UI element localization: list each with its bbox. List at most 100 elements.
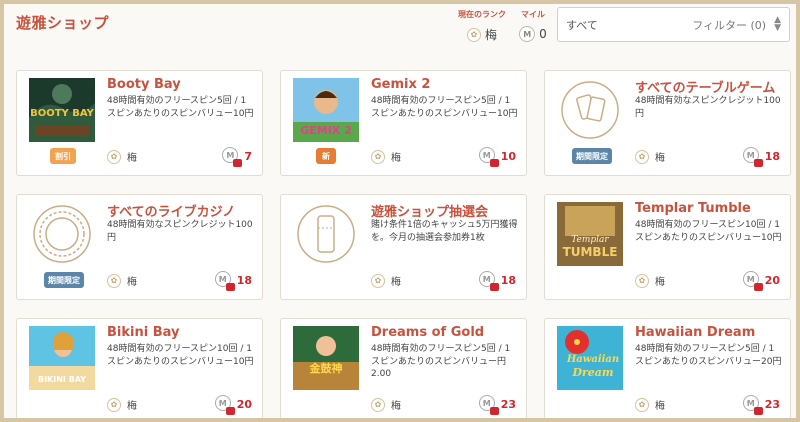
rank-icon: ✿	[635, 273, 649, 288]
item-title[interactable]: Hawaiian Dream	[635, 325, 782, 340]
rank-icon: ✿	[635, 149, 649, 164]
cost-value: 20	[236, 397, 252, 411]
item-cost: M 20	[742, 271, 780, 291]
shop-item-card[interactable]: BOOTY BAY 割引 Booty Bay 48時間有効のフリースピン5回 /…	[16, 70, 263, 176]
rank-icon: ✿	[466, 27, 481, 42]
item-title[interactable]: Dreams of Gold	[371, 325, 518, 340]
item-description: 48時間有効のフリースピン5回 / 1スピンあたりのスピンバリュー20円	[635, 344, 782, 367]
mile-value: 0	[539, 27, 547, 41]
live-casino-icon[interactable]	[29, 202, 95, 266]
badge-limited: 期間限定	[572, 148, 612, 164]
item-cost: M 23	[742, 395, 780, 415]
shop-item-card[interactable]: Templar TUMBLE Templar Tumble 48時間有効のフリー…	[544, 194, 791, 300]
badge-limited: 期間限定	[44, 272, 84, 288]
rank-label: 現在のランク	[458, 10, 506, 19]
item-description: 48時間有効のフリースピン10回 / 1スピンあたりのスピンバリュー10円	[107, 344, 254, 367]
locked-mile-icon: M	[742, 271, 763, 291]
page-title: 遊雅ショップ	[16, 14, 110, 32]
item-title[interactable]: Gemix 2	[371, 77, 518, 92]
mile-label: マイル	[521, 10, 545, 19]
cost-value: 7	[244, 149, 252, 163]
badge-sale: 割引	[50, 148, 76, 164]
rank-value: 梅	[484, 28, 497, 42]
hawaiian-dream-thumbnail[interactable]: Hawaiian Dream	[557, 326, 623, 390]
gemix-thumbnail[interactable]: GEMIX 2	[293, 78, 359, 142]
templar-tumble-thumbnail[interactable]: Templar TUMBLE	[557, 202, 623, 266]
item-rank: ✿ 梅	[371, 397, 401, 412]
rank-text: 梅	[391, 277, 401, 288]
lottery-ticket-icon[interactable]	[293, 202, 359, 266]
item-title[interactable]: すべてのテーブルゲーム	[635, 77, 782, 96]
item-rank: ✿ 梅	[371, 149, 401, 164]
locked-mile-icon: M	[222, 147, 243, 167]
cost-value: 23	[500, 397, 516, 411]
badge-new: 新	[316, 148, 336, 164]
table-games-icon[interactable]	[557, 78, 623, 142]
svg-text:BOOTY BAY: BOOTY BAY	[30, 108, 95, 119]
shop-item-card[interactable]: 金鼓神 Dreams of Gold 48時間有効のフリースピン5回 / 1スピ…	[280, 318, 527, 418]
svg-text:Templar: Templar	[571, 235, 609, 245]
item-description: 賭け条件1倍のキャッシュ5万円獲得を。今月の抽選会参加券1枚	[371, 220, 518, 243]
item-rank: ✿ 梅	[371, 273, 401, 288]
filter-all-text: すべて	[566, 18, 598, 32]
locked-mile-icon: M	[478, 147, 499, 167]
dreams-of-gold-thumbnail[interactable]: 金鼓神	[293, 326, 359, 390]
rank-icon: ✿	[371, 273, 385, 288]
item-title[interactable]: 遊雅ショップ抽選会	[371, 201, 518, 220]
item-description: 48時間有効のフリースピン10回 / 1スピンあたりのスピンバリュー10円	[635, 220, 782, 243]
mile-icon: M	[519, 26, 536, 42]
svg-text:Hawaiian: Hawaiian	[566, 354, 619, 365]
rank-text: 梅	[391, 153, 401, 164]
shop-item-card[interactable]: Hawaiian Dream Hawaiian Dream 48時間有効のフリー…	[544, 318, 791, 418]
shop-item-card[interactable]: BIKINI BAY Bikini Bay 48時間有効のフリースピン10回 /…	[16, 318, 263, 418]
item-title[interactable]: Booty Bay	[107, 77, 254, 92]
booty-bay-thumbnail[interactable]: BOOTY BAY	[29, 78, 95, 142]
filter-label: フィルター (0)	[692, 18, 767, 32]
cost-value: 20	[764, 273, 780, 287]
item-description: 48時間有効なスピンクレジット100円	[635, 96, 781, 119]
item-rank: ✿ 梅	[635, 397, 665, 412]
locked-mile-icon: M	[214, 395, 235, 415]
rank-text: 梅	[127, 153, 137, 164]
item-description: 48時間有効のフリースピン5回 / 1スピンあたりのスピンバリュー10円	[371, 96, 518, 119]
cost-value: 18	[764, 149, 780, 163]
item-description: 48時間有効のフリースピン5回 / 1スピンあたりのスピンバリュー円2.00	[371, 344, 511, 379]
item-cost: M 7	[222, 147, 252, 167]
rank-text: 梅	[127, 277, 137, 288]
item-cost: M 20	[214, 395, 252, 415]
rank-text: 梅	[655, 153, 665, 164]
rank-icon: ✿	[635, 397, 649, 412]
item-description: 48時間有効のフリースピン5回 / 1スピンあたりのスピンバリュー10円	[107, 96, 254, 119]
rank-icon: ✿	[371, 149, 385, 164]
item-rank: ✿ 梅	[107, 273, 137, 288]
item-title[interactable]: Templar Tumble	[635, 201, 782, 216]
cost-value: 23	[764, 397, 780, 411]
svg-text:金鼓神: 金鼓神	[309, 361, 343, 375]
item-cost: M 23	[478, 395, 516, 415]
shop-item-card[interactable]: 期間限定 すべてのライブカジノ 48時間有効なスピンクレジット100円 ✿ 梅 …	[16, 194, 263, 300]
svg-text:GEMIX 2: GEMIX 2	[300, 124, 352, 137]
item-cost: M 18	[478, 271, 516, 291]
bikini-bay-thumbnail[interactable]: BIKINI BAY	[29, 326, 95, 390]
item-cost: M 10	[478, 147, 516, 167]
rank-icon: ✿	[107, 397, 121, 412]
shop-item-card[interactable]: 遊雅ショップ抽選会 賭け条件1倍のキャッシュ5万円獲得を。今月の抽選会参加券1枚…	[280, 194, 527, 300]
item-title[interactable]: Bikini Bay	[107, 325, 254, 340]
rank-icon: ✿	[107, 149, 121, 164]
item-cost: M 18	[214, 271, 252, 291]
filter-dropdown[interactable]: すべて フィルター (0) ▲ ▼	[557, 7, 790, 42]
item-cost: M 18	[742, 147, 780, 167]
cost-value: 10	[500, 149, 516, 163]
shop-item-card[interactable]: 期間限定 すべてのテーブルゲーム 48時間有効なスピンクレジット100円 ✿ 梅…	[544, 70, 791, 176]
rank-text: 梅	[127, 401, 137, 412]
locked-mile-icon: M	[478, 271, 499, 291]
item-rank: ✿ 梅	[635, 149, 665, 164]
item-rank: ✿ 梅	[635, 273, 665, 288]
item-title[interactable]: すべてのライブカジノ	[107, 201, 254, 220]
shop-item-card[interactable]: GEMIX 2 新 Gemix 2 48時間有効のフリースピン5回 / 1スピン…	[280, 70, 527, 176]
rank-text: 梅	[391, 401, 401, 412]
locked-mile-icon: M	[478, 395, 499, 415]
cost-value: 18	[236, 273, 252, 287]
item-rank: ✿ 梅	[107, 149, 137, 164]
rank-text: 梅	[655, 401, 665, 412]
